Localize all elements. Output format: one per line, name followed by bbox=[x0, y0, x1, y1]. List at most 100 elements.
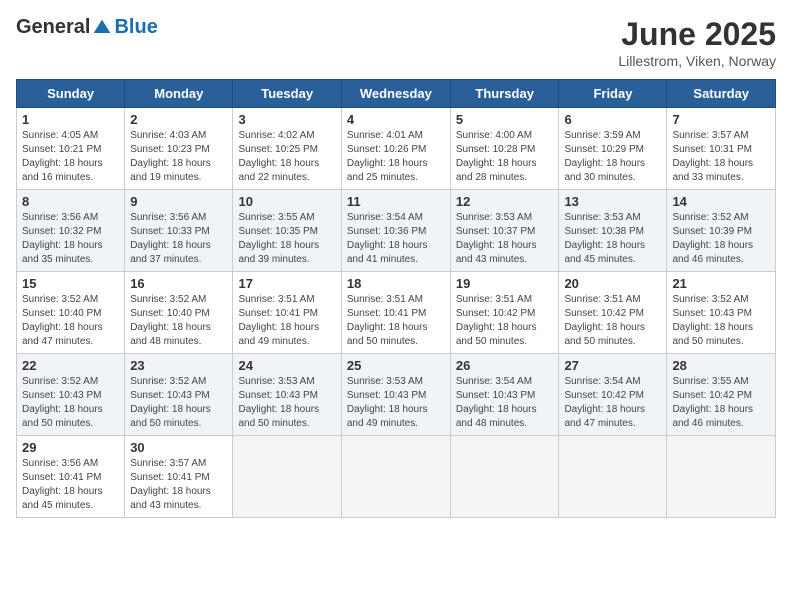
day-info: Sunrise: 4:03 AM Sunset: 10:23 PM Daylig… bbox=[130, 129, 227, 185]
day-number: 18 bbox=[347, 276, 445, 291]
day-info: Sunrise: 3:54 AM Sunset: 10:36 PM Daylig… bbox=[347, 211, 445, 267]
calendar-day-cell bbox=[450, 436, 559, 518]
logo-blue-text: Blue bbox=[114, 16, 157, 39]
calendar-day-cell: 15 Sunrise: 3:52 AM Sunset: 10:40 PM Day… bbox=[17, 272, 125, 354]
day-info: Sunrise: 3:55 AM Sunset: 10:42 PM Daylig… bbox=[672, 375, 770, 431]
day-of-week-header: Tuesday bbox=[233, 80, 341, 108]
calendar-day-cell: 23 Sunrise: 3:52 AM Sunset: 10:43 PM Day… bbox=[125, 354, 233, 436]
calendar-week-row: 8 Sunrise: 3:56 AM Sunset: 10:32 PM Dayl… bbox=[17, 190, 776, 272]
day-info: Sunrise: 3:51 AM Sunset: 10:42 PM Daylig… bbox=[456, 293, 554, 349]
day-number: 15 bbox=[22, 276, 119, 291]
day-info: Sunrise: 3:59 AM Sunset: 10:29 PM Daylig… bbox=[564, 129, 661, 185]
location-subtitle: Lillestrom, Viken, Norway bbox=[618, 53, 776, 69]
day-number: 23 bbox=[130, 358, 227, 373]
calendar-day-cell: 16 Sunrise: 3:52 AM Sunset: 10:40 PM Day… bbox=[125, 272, 233, 354]
calendar-day-cell: 21 Sunrise: 3:52 AM Sunset: 10:43 PM Day… bbox=[667, 272, 776, 354]
day-number: 22 bbox=[22, 358, 119, 373]
calendar-day-cell: 28 Sunrise: 3:55 AM Sunset: 10:42 PM Day… bbox=[667, 354, 776, 436]
day-number: 10 bbox=[238, 194, 335, 209]
day-number: 16 bbox=[130, 276, 227, 291]
day-of-week-header: Monday bbox=[125, 80, 233, 108]
day-number: 20 bbox=[564, 276, 661, 291]
calendar-day-cell: 11 Sunrise: 3:54 AM Sunset: 10:36 PM Day… bbox=[341, 190, 450, 272]
calendar-day-cell: 29 Sunrise: 3:56 AM Sunset: 10:41 PM Day… bbox=[17, 436, 125, 518]
day-info: Sunrise: 3:52 AM Sunset: 10:43 PM Daylig… bbox=[130, 375, 227, 431]
calendar-day-cell: 2 Sunrise: 4:03 AM Sunset: 10:23 PM Dayl… bbox=[125, 108, 233, 190]
day-number: 2 bbox=[130, 112, 227, 127]
day-info: Sunrise: 3:56 AM Sunset: 10:41 PM Daylig… bbox=[22, 457, 119, 513]
day-info: Sunrise: 4:05 AM Sunset: 10:21 PM Daylig… bbox=[22, 129, 119, 185]
day-info: Sunrise: 4:01 AM Sunset: 10:26 PM Daylig… bbox=[347, 129, 445, 185]
day-info: Sunrise: 3:51 AM Sunset: 10:41 PM Daylig… bbox=[238, 293, 335, 349]
day-number: 11 bbox=[347, 194, 445, 209]
day-number: 4 bbox=[347, 112, 445, 127]
day-info: Sunrise: 3:57 AM Sunset: 10:41 PM Daylig… bbox=[130, 457, 227, 513]
day-number: 7 bbox=[672, 112, 770, 127]
day-of-week-header: Saturday bbox=[667, 80, 776, 108]
day-info: Sunrise: 3:57 AM Sunset: 10:31 PM Daylig… bbox=[672, 129, 770, 185]
logo-icon bbox=[92, 18, 112, 38]
day-of-week-header: Thursday bbox=[450, 80, 559, 108]
day-info: Sunrise: 3:53 AM Sunset: 10:37 PM Daylig… bbox=[456, 211, 554, 267]
calendar-day-cell: 25 Sunrise: 3:53 AM Sunset: 10:43 PM Day… bbox=[341, 354, 450, 436]
calendar-table: SundayMondayTuesdayWednesdayThursdayFrid… bbox=[16, 79, 776, 518]
day-number: 9 bbox=[130, 194, 227, 209]
day-info: Sunrise: 3:52 AM Sunset: 10:39 PM Daylig… bbox=[672, 211, 770, 267]
day-number: 25 bbox=[347, 358, 445, 373]
calendar-day-cell bbox=[233, 436, 341, 518]
day-info: Sunrise: 3:52 AM Sunset: 10:43 PM Daylig… bbox=[672, 293, 770, 349]
day-info: Sunrise: 3:53 AM Sunset: 10:38 PM Daylig… bbox=[564, 211, 661, 267]
calendar-day-cell bbox=[667, 436, 776, 518]
day-number: 28 bbox=[672, 358, 770, 373]
day-number: 13 bbox=[564, 194, 661, 209]
day-number: 14 bbox=[672, 194, 770, 209]
day-number: 26 bbox=[456, 358, 554, 373]
day-number: 27 bbox=[564, 358, 661, 373]
calendar-day-cell bbox=[341, 436, 450, 518]
calendar-day-cell: 1 Sunrise: 4:05 AM Sunset: 10:21 PM Dayl… bbox=[17, 108, 125, 190]
calendar-day-cell: 6 Sunrise: 3:59 AM Sunset: 10:29 PM Dayl… bbox=[559, 108, 667, 190]
day-info: Sunrise: 3:51 AM Sunset: 10:42 PM Daylig… bbox=[564, 293, 661, 349]
day-info: Sunrise: 3:53 AM Sunset: 10:43 PM Daylig… bbox=[347, 375, 445, 431]
calendar-day-cell: 20 Sunrise: 3:51 AM Sunset: 10:42 PM Day… bbox=[559, 272, 667, 354]
day-info: Sunrise: 4:02 AM Sunset: 10:25 PM Daylig… bbox=[238, 129, 335, 185]
calendar-header-row: SundayMondayTuesdayWednesdayThursdayFrid… bbox=[17, 80, 776, 108]
calendar-day-cell: 27 Sunrise: 3:54 AM Sunset: 10:42 PM Day… bbox=[559, 354, 667, 436]
day-info: Sunrise: 4:00 AM Sunset: 10:28 PM Daylig… bbox=[456, 129, 554, 185]
calendar-day-cell: 7 Sunrise: 3:57 AM Sunset: 10:31 PM Dayl… bbox=[667, 108, 776, 190]
calendar-day-cell: 8 Sunrise: 3:56 AM Sunset: 10:32 PM Dayl… bbox=[17, 190, 125, 272]
day-number: 29 bbox=[22, 440, 119, 455]
day-number: 30 bbox=[130, 440, 227, 455]
day-info: Sunrise: 3:56 AM Sunset: 10:32 PM Daylig… bbox=[22, 211, 119, 267]
calendar-day-cell: 10 Sunrise: 3:55 AM Sunset: 10:35 PM Day… bbox=[233, 190, 341, 272]
logo-general-text: General bbox=[16, 16, 90, 39]
day-number: 8 bbox=[22, 194, 119, 209]
day-of-week-header: Wednesday bbox=[341, 80, 450, 108]
calendar-day-cell: 14 Sunrise: 3:52 AM Sunset: 10:39 PM Day… bbox=[667, 190, 776, 272]
calendar-week-row: 15 Sunrise: 3:52 AM Sunset: 10:40 PM Day… bbox=[17, 272, 776, 354]
day-info: Sunrise: 3:52 AM Sunset: 10:40 PM Daylig… bbox=[22, 293, 119, 349]
day-number: 5 bbox=[456, 112, 554, 127]
day-number: 24 bbox=[238, 358, 335, 373]
calendar-day-cell: 5 Sunrise: 4:00 AM Sunset: 10:28 PM Dayl… bbox=[450, 108, 559, 190]
month-title: June 2025 bbox=[618, 16, 776, 53]
calendar-day-cell: 22 Sunrise: 3:52 AM Sunset: 10:43 PM Day… bbox=[17, 354, 125, 436]
day-number: 12 bbox=[456, 194, 554, 209]
logo: General Blue bbox=[16, 16, 158, 39]
calendar-week-row: 22 Sunrise: 3:52 AM Sunset: 10:43 PM Day… bbox=[17, 354, 776, 436]
day-info: Sunrise: 3:54 AM Sunset: 10:42 PM Daylig… bbox=[564, 375, 661, 431]
calendar-day-cell: 19 Sunrise: 3:51 AM Sunset: 10:42 PM Day… bbox=[450, 272, 559, 354]
day-number: 3 bbox=[238, 112, 335, 127]
calendar-day-cell: 24 Sunrise: 3:53 AM Sunset: 10:43 PM Day… bbox=[233, 354, 341, 436]
day-number: 6 bbox=[564, 112, 661, 127]
day-of-week-header: Sunday bbox=[17, 80, 125, 108]
calendar-day-cell: 26 Sunrise: 3:54 AM Sunset: 10:43 PM Day… bbox=[450, 354, 559, 436]
calendar-week-row: 29 Sunrise: 3:56 AM Sunset: 10:41 PM Day… bbox=[17, 436, 776, 518]
calendar-week-row: 1 Sunrise: 4:05 AM Sunset: 10:21 PM Dayl… bbox=[17, 108, 776, 190]
day-info: Sunrise: 3:52 AM Sunset: 10:40 PM Daylig… bbox=[130, 293, 227, 349]
calendar-day-cell: 13 Sunrise: 3:53 AM Sunset: 10:38 PM Day… bbox=[559, 190, 667, 272]
calendar-day-cell bbox=[559, 436, 667, 518]
day-info: Sunrise: 3:56 AM Sunset: 10:33 PM Daylig… bbox=[130, 211, 227, 267]
title-area: June 2025 Lillestrom, Viken, Norway bbox=[618, 16, 776, 69]
calendar-day-cell: 30 Sunrise: 3:57 AM Sunset: 10:41 PM Day… bbox=[125, 436, 233, 518]
